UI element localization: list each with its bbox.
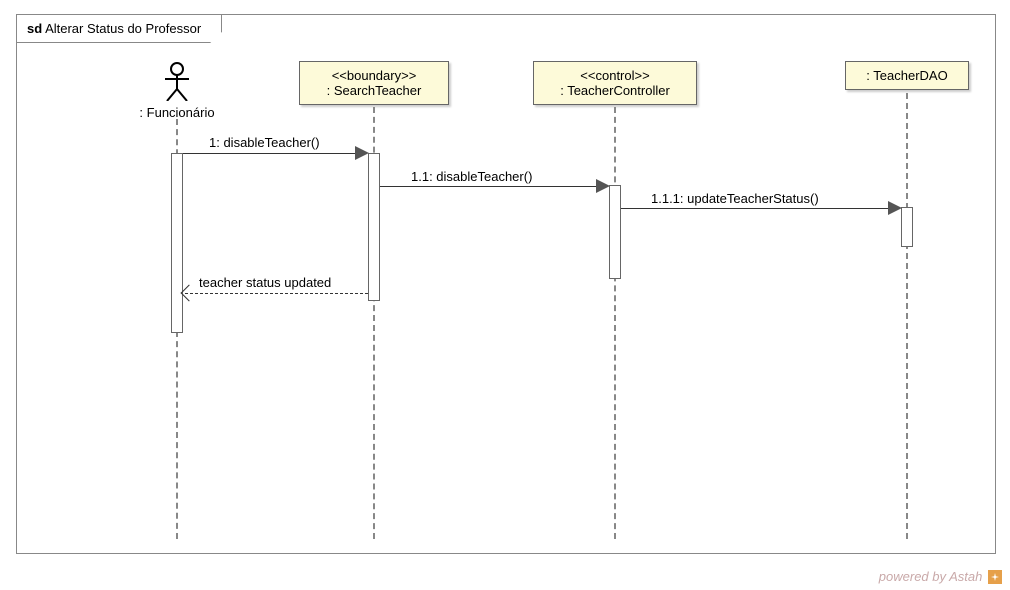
frame-title: Alterar Status do Professor xyxy=(45,21,201,36)
object-teacher-controller: <<control>> : TeacherController xyxy=(533,61,697,105)
activation-search-teacher xyxy=(368,153,380,301)
message-2-arrowhead xyxy=(596,179,610,193)
actor-icon xyxy=(127,61,227,101)
object-name-teacher-controller: : TeacherController xyxy=(544,83,686,98)
object-name-teacher-dao: : TeacherDAO xyxy=(856,68,958,83)
stereotype-control: <<control>> xyxy=(544,68,686,83)
activation-teacher-controller xyxy=(609,185,621,279)
message-2-label: 1.1: disableTeacher() xyxy=(411,169,532,184)
message-1-arrow xyxy=(183,153,355,154)
frame-label: sd Alterar Status do Professor xyxy=(17,15,222,43)
activation-actor xyxy=(171,153,183,333)
return-arrowhead xyxy=(181,285,198,302)
message-2-arrow xyxy=(380,186,596,187)
object-search-teacher: <<boundary>> : SearchTeacher xyxy=(299,61,449,105)
message-1-label: 1: disableTeacher() xyxy=(209,135,320,150)
activation-teacher-dao xyxy=(901,207,913,247)
sd-prefix: sd xyxy=(27,21,42,36)
lifeline-teacher-controller xyxy=(614,107,616,539)
stereotype-boundary: <<boundary>> xyxy=(310,68,438,83)
lifeline-teacher-dao xyxy=(906,93,908,539)
message-1-arrowhead xyxy=(355,146,369,160)
object-name-search-teacher: : SearchTeacher xyxy=(310,83,438,98)
message-3-arrowhead xyxy=(888,201,902,215)
message-3-label: 1.1.1: updateTeacherStatus() xyxy=(651,191,819,206)
return-label: teacher status updated xyxy=(199,275,331,290)
watermark-text: powered by Astah xyxy=(879,569,983,584)
actor-funcionario: : Funcionário xyxy=(127,61,227,120)
astah-icon xyxy=(988,570,1002,584)
object-teacher-dao: : TeacherDAO xyxy=(845,61,969,90)
return-arrow xyxy=(185,293,368,294)
actor-label: : Funcionário xyxy=(127,105,227,120)
sequence-diagram-frame: sd Alterar Status do Professor : Funcion… xyxy=(16,14,996,554)
message-3-arrow xyxy=(621,208,889,209)
watermark: powered by Astah xyxy=(879,569,1002,584)
